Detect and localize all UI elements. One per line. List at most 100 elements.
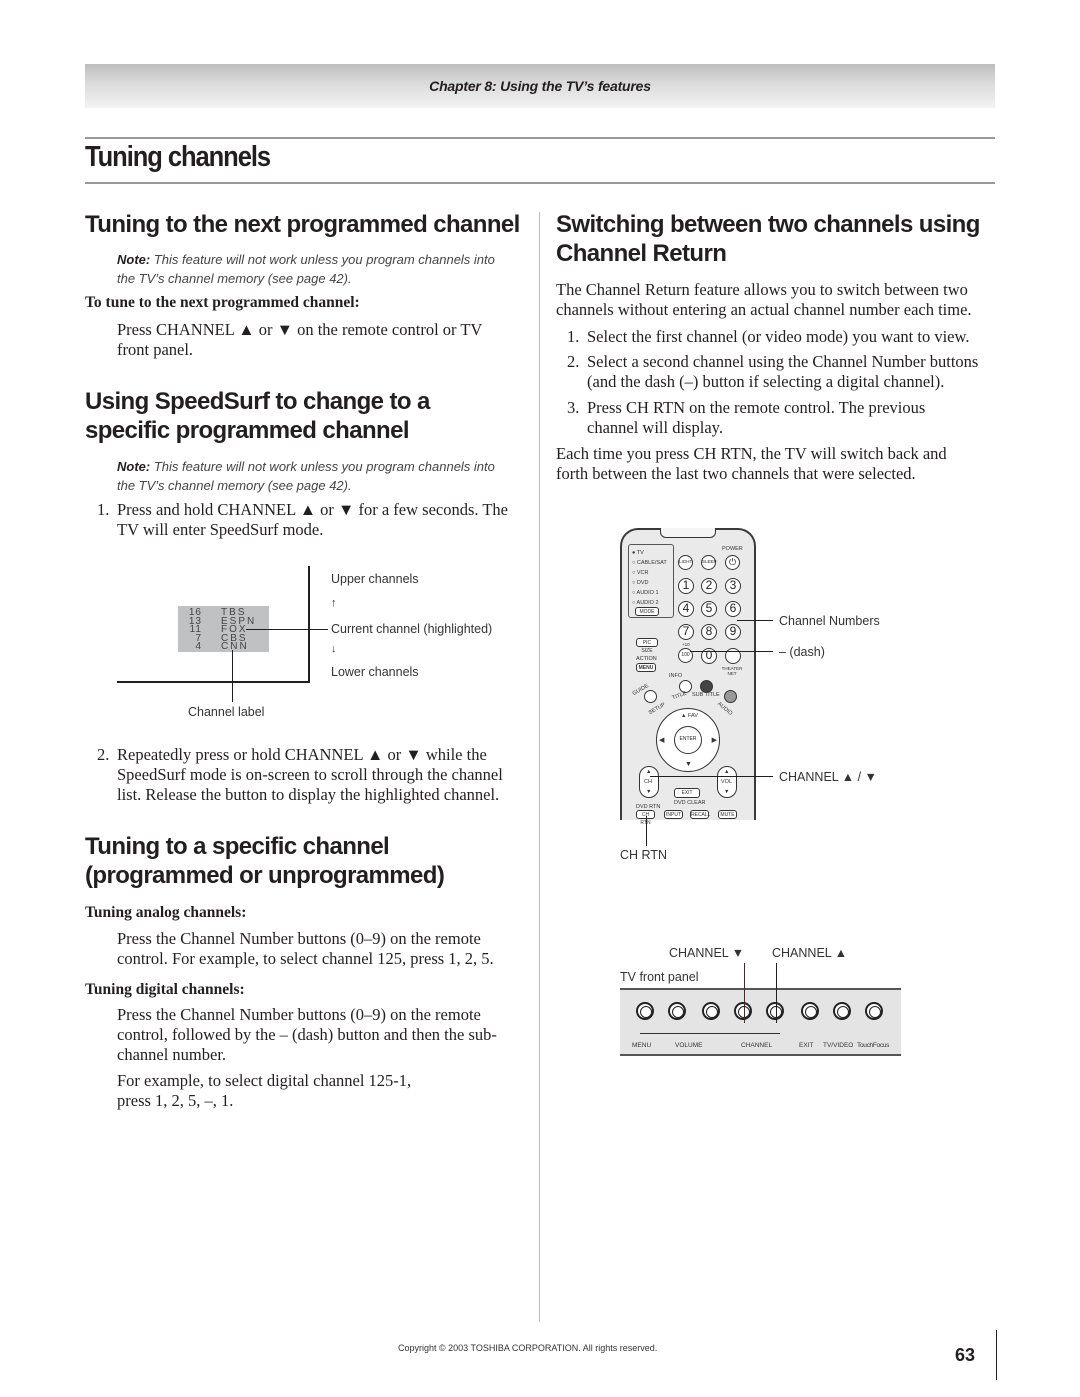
subheading-digital: Tuning digital channels: [85, 981, 245, 998]
mode-item: ○ CABLE/SAT [632, 560, 667, 566]
note-speedsurf: Note: This feature will not work unless … [117, 457, 497, 495]
digit-button-3[interactable]: 3 [725, 578, 741, 594]
current-channel-caption: Current channel (highlighted) [331, 622, 493, 636]
upper-channels-caption: Upper channels [331, 572, 419, 586]
channel-row: 4 CNN [178, 641, 269, 653]
digit-button-1[interactable]: 1 [678, 578, 694, 594]
channel-updown-leader [650, 776, 773, 777]
exit-button[interactable]: EXIT [674, 788, 700, 798]
channel-return-step-3: 3. Press CH RTN on the remote control. Th… [567, 398, 967, 438]
front-label-menu: MENU [632, 1042, 652, 1049]
front-volume-down-button[interactable] [668, 1002, 686, 1020]
channel-up-caption: CHANNEL ▲ [772, 946, 848, 960]
channel-down-leader [744, 963, 745, 1023]
power-button[interactable]: ⏻ [725, 555, 740, 570]
vol-up-icon: ▲ [724, 769, 730, 775]
mode-button[interactable]: MODE [635, 607, 659, 616]
page-title: Tuning channels [85, 141, 271, 173]
power-icon: ⏻ [728, 557, 737, 567]
page-number-rule [996, 1330, 997, 1380]
enter-button[interactable]: ENTER [674, 726, 702, 754]
channel-return-outro: Each time you press CH RTN, the TV will … [556, 444, 947, 483]
input-button[interactable]: INPUT [664, 810, 683, 819]
sleep-button[interactable]: SLEEP [701, 555, 717, 570]
recall-button[interactable]: RECALL [690, 810, 710, 819]
column-divider [539, 212, 540, 1322]
current-channel-leader [246, 629, 328, 630]
power-label: POWER [722, 546, 743, 552]
subheading-to-tune: To tune to the next programmed channel: [85, 294, 360, 311]
section-heading-next-channel: Tuning to the next programmed channel [85, 211, 520, 238]
front-volume-up-button[interactable] [702, 1002, 720, 1020]
chapter-title: Chapter 8: Using the TV’s features [429, 78, 651, 94]
remote-ir-window [660, 528, 716, 538]
audio-button[interactable] [724, 690, 737, 703]
step-number: 3. [567, 398, 580, 417]
guide-button[interactable] [644, 690, 657, 703]
tv-front-panel: MENU VOLUME CHANNEL EXIT TV/VIDEO TouchF… [620, 988, 901, 1056]
mode-item: ○ DVD [632, 580, 649, 586]
step-text: Press CH RTN on the remote control. The … [587, 398, 926, 437]
plus10-label: +10 [682, 642, 690, 647]
digit-button-2[interactable]: 2 [701, 578, 717, 594]
info-label: INFO [669, 673, 683, 679]
ch-down-icon: ▼ [646, 789, 652, 795]
menu-button[interactable]: MENU [636, 663, 656, 672]
channel-numbers-leader [737, 620, 773, 621]
front-touchfocus-button[interactable] [865, 1002, 883, 1020]
mode-item: ○ AUDIO 1 [632, 590, 659, 596]
digit-button-5[interactable]: 5 [701, 601, 717, 617]
down-arrow-icon: ↓ [331, 643, 337, 655]
step-number: 1. [97, 500, 110, 519]
front-menu-button[interactable] [636, 1002, 654, 1020]
digit-button-7[interactable]: 7 [678, 624, 694, 640]
dash-caption: – (dash) [779, 645, 825, 659]
fav-up-label: ▲ FAV [681, 713, 698, 719]
pic-size-button[interactable]: PIC SIZE [636, 638, 658, 654]
ch-up-icon: ▲ [646, 769, 652, 775]
page-number: 63 [955, 1345, 976, 1365]
section-heading-channel-return: Switching between two channels using Chan… [556, 210, 980, 268]
subheading-analog: Tuning analog channels: [85, 904, 247, 921]
vol-label: VOL [721, 779, 733, 785]
channel-name: CNN [221, 641, 249, 653]
title-bottom-rule [85, 182, 995, 184]
digit-button-9[interactable]: 9 [725, 624, 741, 640]
audio-label: AUDIO [716, 701, 734, 717]
light-button[interactable]: LIGHT [678, 555, 693, 570]
step-number: 2. [97, 745, 110, 764]
front-channel-down-button[interactable] [734, 1002, 752, 1020]
ch-rtn-leader [646, 816, 647, 846]
heading-line: Tuning to a specific channel [85, 833, 390, 860]
front-label-tv-video: TV/VIDEO [823, 1042, 854, 1049]
channel-rocker[interactable]: ▲ CH ▼ [639, 766, 659, 798]
copyright-notice: Copyright © 2003 TOSHIBA CORPORATION. Al… [398, 1343, 658, 1353]
digit-button-6[interactable]: 6 [725, 601, 741, 617]
channel-numbers-caption: Channel Numbers [779, 614, 880, 628]
front-channel-up-button[interactable] [766, 1002, 784, 1020]
channel-number: 4 [195, 641, 202, 653]
subtitle-label: SUB TITLE [692, 692, 720, 698]
title-top-rule [85, 137, 995, 139]
mode-item: ● TV [632, 550, 644, 556]
step-text: Repeatedly press or hold CHANNEL ▲ or ▼ … [117, 745, 503, 804]
step-text: Select a second channel using the Channe… [587, 352, 979, 391]
front-tv-video-button[interactable] [833, 1002, 851, 1020]
volume-rocker[interactable]: ▲ VOL ▼ [717, 766, 737, 798]
screen-right-edge [308, 566, 310, 683]
ch-label: CH [644, 779, 652, 785]
channel-return-step-1: 1. Select the first channel (or video mod… [567, 327, 997, 347]
front-exit-button[interactable] [801, 1002, 819, 1020]
directional-pad[interactable]: ▲ FAV ◀ ▶ ▼ ENTER [656, 708, 720, 772]
heading-line: Switching between two channels using [556, 211, 980, 238]
body-digital: Press the Channel Number buttons (0–9) o… [117, 1005, 497, 1064]
heading-line: Using SpeedSurf to change to a [85, 388, 430, 415]
front-label-volume: VOLUME [675, 1042, 703, 1049]
channel-up-leader [776, 963, 777, 1023]
note-text: This feature will not work unless you pr… [117, 252, 495, 286]
digit-button-4[interactable]: 4 [678, 601, 694, 617]
digit-button-8[interactable]: 8 [701, 624, 717, 640]
theater-net-label: THEATER NET [721, 666, 743, 676]
mute-button[interactable]: MUTE [718, 810, 737, 819]
step-number: 2. [567, 352, 580, 371]
